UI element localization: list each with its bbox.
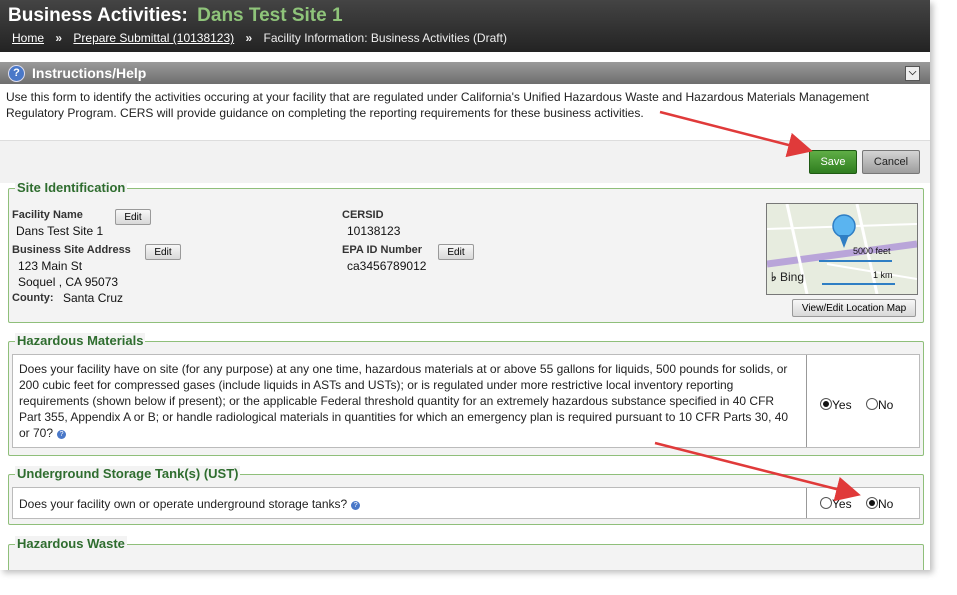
section-legend: Underground Storage Tank(s) (UST) <box>15 466 241 481</box>
bing-icon: ♭ <box>771 270 777 284</box>
epa-id-value: ca3456789012 <box>347 259 427 273</box>
cersid-label: CERSID <box>342 209 384 221</box>
cersid-value: 10138123 <box>347 224 401 238</box>
edit-address-button[interactable]: Edit <box>145 244 181 260</box>
hazmat-question-text: Does your facility have on site (for any… <box>19 362 789 440</box>
breadcrumb-separator: » <box>55 31 63 45</box>
radio-unselected-icon <box>866 398 878 410</box>
page-title-prefix: Business Activities: <box>8 5 188 26</box>
breadcrumb-home[interactable]: Home <box>12 31 44 45</box>
page-title-site: Dans Test Site 1 <box>197 5 343 26</box>
address-line2: Soquel , CA 95073 <box>18 275 119 289</box>
edit-epa-id-button[interactable]: Edit <box>438 244 474 260</box>
map-scale-km: 1 km <box>873 270 893 280</box>
breadcrumb-submittal[interactable]: Prepare Submittal (10138123) <box>73 31 234 45</box>
page-title: Business Activities: Dans Test Site 1 <box>8 5 343 27</box>
business-site-address-label: Business Site Address <box>12 244 131 256</box>
section-legend: Hazardous Materials <box>15 333 146 348</box>
facility-name-label: Facility Name <box>12 209 83 221</box>
instructions-header[interactable]: ? Instructions/Help ⌵ <box>0 62 930 84</box>
hazmat-no-radio[interactable]: No <box>866 398 893 412</box>
section-legend: Site Identification <box>15 180 128 195</box>
county-value: Santa Cruz <box>63 291 124 305</box>
instructions-title: Instructions/Help <box>32 65 147 81</box>
radio-label: Yes <box>832 497 852 511</box>
radio-selected-icon <box>820 398 832 410</box>
cancel-button[interactable]: Cancel <box>862 150 920 174</box>
question-box: Does your facility own or operate underg… <box>12 487 920 519</box>
collapse-icon[interactable]: ⌵ <box>905 66 920 81</box>
address-line1: 123 Main St <box>18 259 83 273</box>
radio-selected-icon <box>866 497 878 509</box>
title-bar: Business Activities: Dans Test Site 1 Ho… <box>0 0 930 52</box>
help-icon[interactable]: ? <box>351 501 361 510</box>
ust-no-radio[interactable]: No <box>866 497 893 511</box>
radio-label: Yes <box>832 398 852 412</box>
ust-question-text: Does your facility own or operate underg… <box>19 497 348 511</box>
epa-id-label: EPA ID Number <box>342 244 423 256</box>
facility-name-value: Dans Test Site 1 <box>16 224 104 238</box>
instructions-text: Use this form to identify the activities… <box>6 90 869 120</box>
page: Business Activities: Dans Test Site 1 Ho… <box>0 0 930 570</box>
column-divider <box>806 488 807 518</box>
bing-logo: ♭ Bing <box>771 270 804 284</box>
radio-label: No <box>878 398 894 412</box>
radio-unselected-icon <box>820 497 832 509</box>
breadcrumb-current: Facility Information: Business Activitie… <box>263 31 507 45</box>
help-icon: ? <box>8 65 25 82</box>
ust-question: Does your facility own or operate underg… <box>19 496 799 512</box>
action-bar: Save Cancel <box>0 140 930 183</box>
breadcrumb: Home » Prepare Submittal (10138123) » Fa… <box>12 31 507 45</box>
breadcrumb-separator: » <box>245 31 253 45</box>
map-scale-feet: 5000 feet <box>853 246 891 256</box>
bing-label: Bing <box>780 270 805 284</box>
site-identification-section: Site Identification Facility Name Edit D… <box>8 180 924 323</box>
ust-section: Underground Storage Tank(s) (UST) Does y… <box>8 466 924 525</box>
edit-facility-name-button[interactable]: Edit <box>115 209 151 225</box>
ust-yes-radio[interactable]: Yes <box>820 497 852 511</box>
column-divider <box>806 355 807 447</box>
hazardous-waste-section: Hazardous Waste <box>8 536 924 570</box>
save-button[interactable]: Save <box>809 150 857 174</box>
hazardous-materials-section: Hazardous Materials Does your facility h… <box>8 333 924 456</box>
view-edit-location-map-button[interactable]: View/Edit Location Map <box>792 299 916 317</box>
location-map[interactable]: 5000 feet 1 km ♭ Bing <box>766 203 918 295</box>
hazmat-yes-radio[interactable]: Yes <box>820 398 852 412</box>
county-label: County: <box>12 292 54 304</box>
hazmat-question: Does your facility have on site (for any… <box>19 361 799 441</box>
section-legend: Hazardous Waste <box>15 536 127 551</box>
question-box: Does your facility have on site (for any… <box>12 354 920 448</box>
radio-label: No <box>878 497 894 511</box>
help-icon[interactable]: ? <box>57 430 67 439</box>
